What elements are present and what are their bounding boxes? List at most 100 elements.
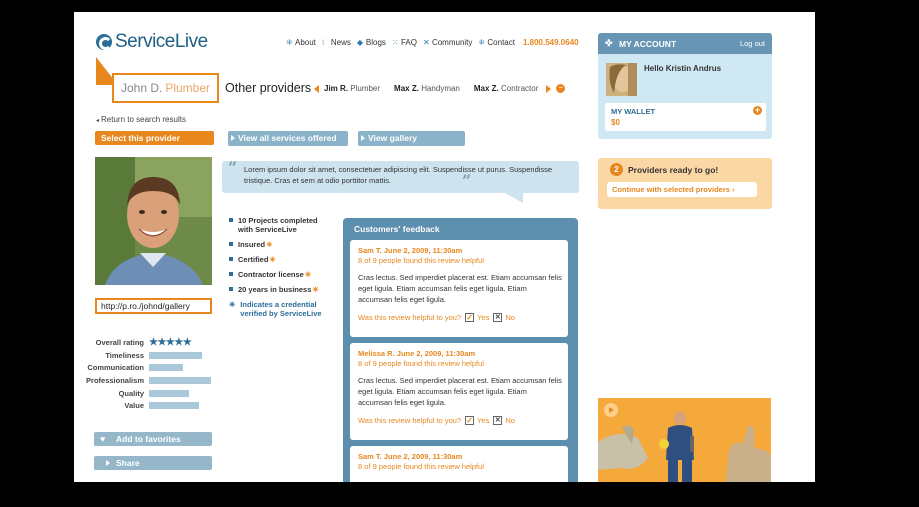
top-nav: ⁜ About ⁝ News ◆ Blogs ⁙ FAQ ✕ Community ⁜ Con… (286, 38, 579, 47)
review-helpful-question: Was this review helpful to you? ✓ Yes ✕ No (358, 416, 568, 425)
my-wallet: MY WALLET $0 + (605, 103, 766, 131)
helpful-no-checkbox[interactable]: ✕ (493, 313, 503, 322)
bullet-icon (229, 272, 233, 276)
ready-count-badge: 2 (610, 163, 623, 176)
credential-note-text: Indicates a credential verified by Servi… (240, 300, 322, 318)
share-label: Share (116, 458, 140, 468)
continue-button[interactable]: Continue with selected providers › (607, 182, 757, 197)
review-header: Sam T. June 2, 2009, 11:30am (358, 452, 568, 462)
gallery-url-field[interactable]: http://p.ro./johnd/gallery (95, 298, 212, 314)
provider-photo-image (95, 157, 212, 285)
favorites-label: Add to favorites (116, 434, 181, 444)
view-services-button[interactable]: View all services offered (228, 131, 348, 146)
rating-label: Communication (87, 363, 144, 373)
nav-faq[interactable]: ⁙ FAQ (392, 38, 417, 47)
overall-rating-row: Overall rating ★★★★★ (84, 336, 224, 349)
view-services-label: View all services offered (238, 133, 337, 143)
provider-photo (95, 157, 212, 285)
grid-icon: ⁜ (286, 38, 293, 47)
add-funds-icon[interactable]: + (753, 106, 762, 115)
other-provider-item[interactable]: Max Z. Handyman (394, 84, 460, 93)
phone-number[interactable]: 1.800.549.0640 (523, 38, 579, 47)
open-quote-icon: “ (228, 158, 238, 177)
rating-label: Professionalism (86, 375, 144, 385)
promo-illustration (598, 411, 771, 482)
helpful-no-checkbox[interactable]: ✕ (493, 416, 503, 425)
chevron-right-icon: › (732, 185, 735, 194)
provider-facts: 10 Projects completed with ServiceLive I… (229, 216, 329, 324)
collapse-icon[interactable]: − (556, 84, 566, 93)
no-label: No (505, 416, 515, 425)
nav-blogs[interactable]: ◆ Blogs (357, 38, 386, 47)
feedback-title: Customers' feedback (354, 224, 440, 234)
ratings-panel: Overall rating ★★★★★ Timeliness Communic… (84, 336, 224, 412)
review-helpful-count: 8 of 9 people found this review helpful (358, 462, 484, 471)
rating-bar (149, 402, 199, 410)
view-gallery-label: View gallery (368, 133, 417, 143)
avatar[interactable] (606, 63, 637, 96)
provider-quote: “ Lorem ipsum dolor sit amet, consectetu… (222, 158, 579, 193)
nav-contact[interactable]: ⁜ Contact (478, 38, 515, 47)
review-author: Melissa R. (358, 349, 395, 358)
other-providers-title: Other providers (225, 81, 312, 95)
carousel-prev-icon[interactable] (314, 84, 319, 93)
view-gallery-button[interactable]: View gallery (358, 131, 465, 146)
people-icon: ✕ (422, 38, 430, 47)
credential-icon: ✳ (304, 270, 312, 279)
carousel-next-icon[interactable] (546, 84, 552, 93)
share-button[interactable]: Share (94, 456, 212, 470)
nav-label: Blogs (365, 38, 386, 47)
review-header: Melissa R. June 2, 2009, 11:30am (358, 349, 568, 359)
other-provider-name: Max Z. (394, 84, 419, 93)
diamond-icon: ◆ (356, 38, 364, 47)
nav-about[interactable]: ⁜ About (286, 38, 316, 47)
credential-icon: ✳ (229, 300, 236, 309)
back-arrow-icon: ◂ (96, 118, 100, 124)
bullet-icon (229, 287, 233, 291)
bullet-icon (229, 242, 233, 246)
helpful-yes-checkbox[interactable]: ✓ (465, 313, 475, 322)
fact-item: Certified ✳ (229, 255, 329, 264)
review-card: Sam T. June 2, 2009, 11:30am 8 of 9 peop… (350, 240, 568, 337)
helpful-question-text: Was this review helpful to you? (358, 416, 462, 425)
logo-icon (96, 34, 112, 50)
nav-community[interactable]: ✕ Community (423, 38, 472, 47)
provider-name: John D. (120, 81, 163, 95)
fact-text: Insured (238, 240, 266, 249)
fact-item: Contractor license ✳ (229, 270, 329, 279)
helpful-yes-checkbox[interactable]: ✓ (465, 416, 475, 425)
fact-text: 10 Projects completed with ServiceLive (238, 216, 318, 234)
provider-name-box: John D. Plumber (112, 73, 219, 103)
add-to-favorites-button[interactable]: ♥ Add to favorites (94, 432, 212, 446)
review-helpful-count: 8 of 9 people found this review helpful (358, 256, 484, 265)
nav-news[interactable]: ⁝ News (322, 38, 351, 47)
servicelive-logo[interactable]: ServiceLive (96, 30, 208, 54)
yes-label: Yes (477, 416, 490, 425)
select-provider-button[interactable]: Select this provider (95, 131, 214, 145)
rating-label: Timeliness (105, 350, 144, 360)
yes-label: Yes (477, 313, 490, 322)
promo-video[interactable] (598, 398, 771, 482)
logo-text: ServiceLive (115, 31, 208, 52)
nav-label: About (295, 38, 316, 47)
fact-item: Insured ✳ (229, 240, 329, 249)
other-provider-item[interactable]: Max Z. Contractor (474, 84, 539, 93)
other-provider-name: Jim R. (324, 84, 349, 93)
nav-label: News (330, 38, 351, 47)
rating-bar (149, 351, 202, 359)
other-provider-item[interactable]: Jim R. Plumber (324, 84, 380, 93)
logout-link[interactable]: Log out (740, 39, 765, 48)
account-icon: ✜ (605, 38, 613, 48)
credential-note: ✳ Indicates a credential verified by Serv… (229, 300, 329, 318)
helpful-question-text: Was this review helpful to you? (358, 313, 462, 322)
bullet-icon (229, 218, 233, 222)
fact-text: Certified (238, 255, 269, 264)
return-label: Return to search results (101, 115, 186, 124)
review-author: Sam T. (358, 246, 382, 255)
star-rating-icon: ★★★★★ (149, 336, 192, 348)
other-provider-trade: Handyman (421, 84, 460, 93)
rating-row: Communication (84, 361, 224, 374)
review-date: June 2, 2009, 11:30am (383, 452, 463, 461)
bullet-icon (229, 257, 233, 261)
return-to-search-link[interactable]: ◂ Return to search results (96, 115, 186, 124)
